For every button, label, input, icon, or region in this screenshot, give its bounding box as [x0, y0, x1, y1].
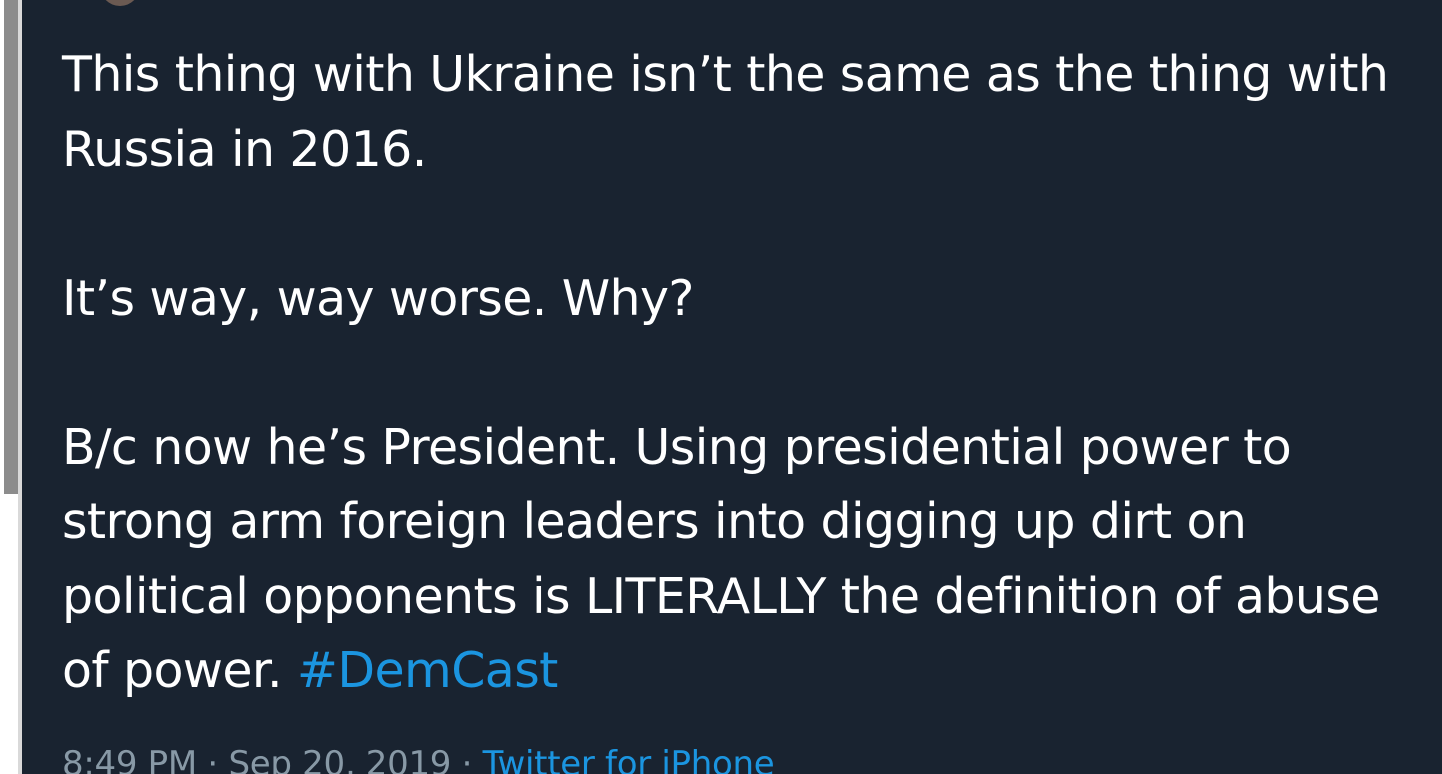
tweet-line-9: of power. #DemCast [62, 634, 1442, 709]
tweet-line-2: Russia in 2016. [62, 120, 427, 178]
meta-separator: · [196, 744, 229, 774]
tweet-source-link[interactable]: Twitter for iPhone [483, 744, 775, 774]
meta-separator: · [451, 744, 483, 774]
tweet-line-9-text: of power. [62, 642, 297, 699]
tweet-line-6: B/c now he’s President. Using presidenti… [62, 418, 1292, 476]
tweet-line-7: strong arm foreign leaders into digging … [62, 493, 1247, 550]
avatar[interactable] [100, 0, 140, 6]
hashtag-link[interactable]: #DemCast [297, 642, 558, 699]
page-scrollbar[interactable] [0, 0, 22, 774]
tweet-text: This thing with Ukraine isn’t the same a… [62, 38, 1442, 709]
tweet-line-4: It’s way, way worse. Why? [62, 269, 694, 327]
tweet-metadata: 8:49 PM · Sep 20, 2019 · Twitter for iPh… [62, 742, 775, 774]
tweet-line-8: political opponents is LITERALLY the def… [62, 567, 1380, 625]
scrollbar-edge [18, 0, 22, 774]
tweet-date[interactable]: Sep 20, 2019 [228, 744, 451, 774]
tweet-time[interactable]: 8:49 PM [62, 744, 197, 774]
tweet-line-1: This thing with Ukraine isn’t the same a… [62, 46, 1389, 103]
scrollbar-thumb[interactable] [4, 0, 18, 494]
tweet-window: This thing with Ukraine isn’t the same a… [0, 0, 1442, 774]
